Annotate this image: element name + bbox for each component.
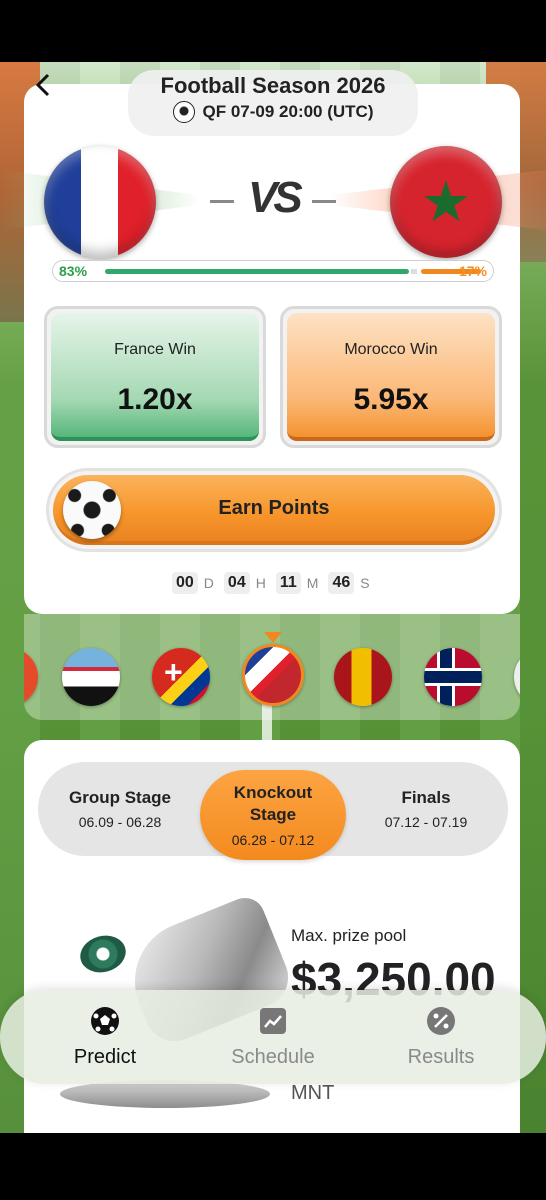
bet-label: Morocco Win [344,341,438,358]
morocco-win-button[interactable]: Morocco Win 5.95x [280,306,502,448]
coin-icon [76,930,130,978]
stage-dates: 07.12 - 07.19 [384,814,468,830]
nav-results[interactable]: Results [356,990,526,1084]
bet-odds: 5.95x [353,383,429,416]
stage-dates: 06.28 - 07.12 [231,832,315,848]
nav-label: Schedule [231,1045,315,1068]
nav-schedule[interactable]: Schedule [188,990,358,1084]
soccer-ball-icon [91,1006,119,1035]
france-percent: 83% [59,263,88,279]
selected-indicator-icon [264,632,282,643]
nav-label: Results [407,1045,475,1068]
stage-name: Finals [401,788,451,807]
countdown-timer: 00 D 04 H 11 M 46 S [172,570,374,596]
earn-points-button[interactable]: Earn Points [46,468,502,552]
countdown-minutes: 11 [275,572,301,594]
tab-knockout-stage[interactable]: Knockout Stage 06.28 - 07.12 [200,770,346,860]
chart-icon [260,1007,286,1034]
tab-group-stage[interactable]: Group Stage 06.09 - 06.28 [46,762,194,856]
prize-pool-unit: MNT [291,1082,335,1104]
earn-points-label: Earn Points [218,496,330,519]
countdown-seconds-unit: S [360,575,370,591]
status-bar [0,0,546,62]
partial-flag-icon[interactable] [514,648,520,706]
morocco-percent: 17% [458,263,487,279]
tab-finals[interactable]: Finals 07.12 - 07.19 [352,762,500,856]
stage-name: Group Stage [68,788,171,807]
back-button[interactable] [28,70,58,100]
countdown-minutes-unit: M [306,575,319,591]
match-carousel[interactable] [24,614,520,720]
prize-pool-label: Max. prize pool [291,926,407,945]
star-icon: ★ [420,170,472,233]
pedestal [60,1080,270,1108]
vs-dash-left [210,200,234,203]
title-pill: Football Season 2026 QF 07-09 20:00 (UTC… [128,70,418,136]
soccer-ball-icon [172,101,195,123]
countdown-days: 00 [172,572,198,594]
spain-belgium-flag-icon[interactable] [334,648,392,706]
countdown-hours: 04 [223,572,250,594]
argentina-egypt-flag-icon[interactable] [62,648,120,706]
match-schedule: QF 07-09 20:00 (UTC) [202,102,374,121]
percent-icon [427,1006,455,1035]
countdown-days-unit: D [203,575,214,591]
vote-bar: 83% 17% [52,260,494,282]
bottom-navigation: Predict Schedule Results [0,990,546,1084]
switzerland-colombia-flag-icon[interactable] [152,648,210,706]
france-win-button[interactable]: France Win 1.20x [44,306,266,448]
countdown-seconds: 46 [328,572,355,594]
norway-denmark-flag-icon[interactable] [424,648,482,706]
vs-dash-right [312,200,336,203]
countdown-hours-unit: H [255,575,266,591]
bet-label: France Win [114,341,196,358]
partial-flag-icon[interactable] [24,648,38,706]
france-share-bar [105,269,409,274]
bar-divider [411,269,417,274]
france-morocco-flag-icon[interactable] [242,644,304,706]
morocco-flag-icon: ★ [390,146,502,258]
nav-predict[interactable]: Predict [20,990,190,1084]
back-arrow-icon [35,73,50,97]
page-title: Football Season 2026 [160,73,386,98]
vs-label: VS [248,173,303,222]
france-flag-icon [44,146,156,258]
stage-dates: 06.09 - 06.28 [78,814,162,830]
bet-odds: 1.20x [117,383,193,416]
stage-name: Knockout Stage [233,783,313,824]
system-nav-bar [0,1133,546,1200]
nav-label: Predict [73,1045,137,1068]
soccer-ball-icon [63,481,121,539]
